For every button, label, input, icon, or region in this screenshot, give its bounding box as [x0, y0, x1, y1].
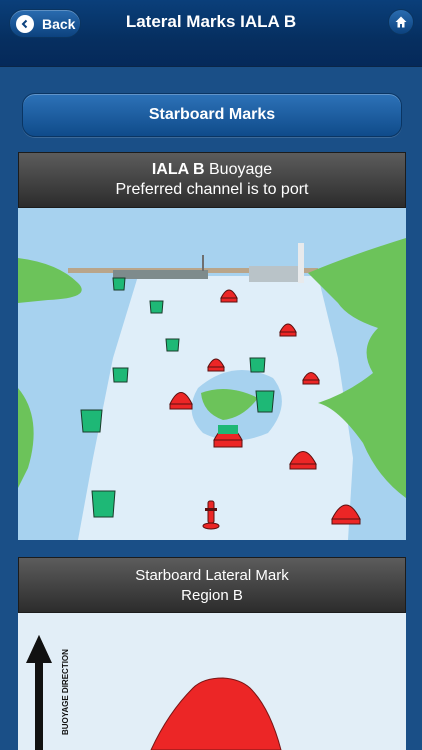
home-icon: [395, 16, 407, 28]
channel-illustration: [18, 208, 406, 540]
buoyage-system-label: IALA B: [151, 161, 205, 178]
page-title: Lateral Marks IALA B: [125, 12, 297, 31]
buoyage-direction-arrow-icon: [26, 635, 52, 750]
navigation-bar: Back Lateral Marks IALA B: [0, 0, 422, 67]
lateral-mark-panel-header: Starboard Lateral Mark Region B: [18, 557, 406, 613]
starboard-cone-icon: [150, 677, 282, 750]
lateral-mark-title: Starboard Lateral Mark: [135, 567, 289, 584]
buoyage-panel-header: IALA B Buoyage Preferred channel is to p…: [18, 152, 406, 208]
lateral-mark-detail: BUOYAGE DIRECTION: [18, 613, 406, 750]
buoyage-direction-label: BUOYAGE DIRECTION: [61, 649, 70, 735]
starboard-marks-button[interactable]: Starboard Marks: [22, 93, 402, 137]
lateral-mark-region: Region B: [181, 587, 243, 604]
buoyage-label: Buoyage: [204, 161, 273, 178]
home-button[interactable]: [388, 9, 414, 35]
buoyage-subtitle: Preferred channel is to port: [115, 181, 309, 198]
